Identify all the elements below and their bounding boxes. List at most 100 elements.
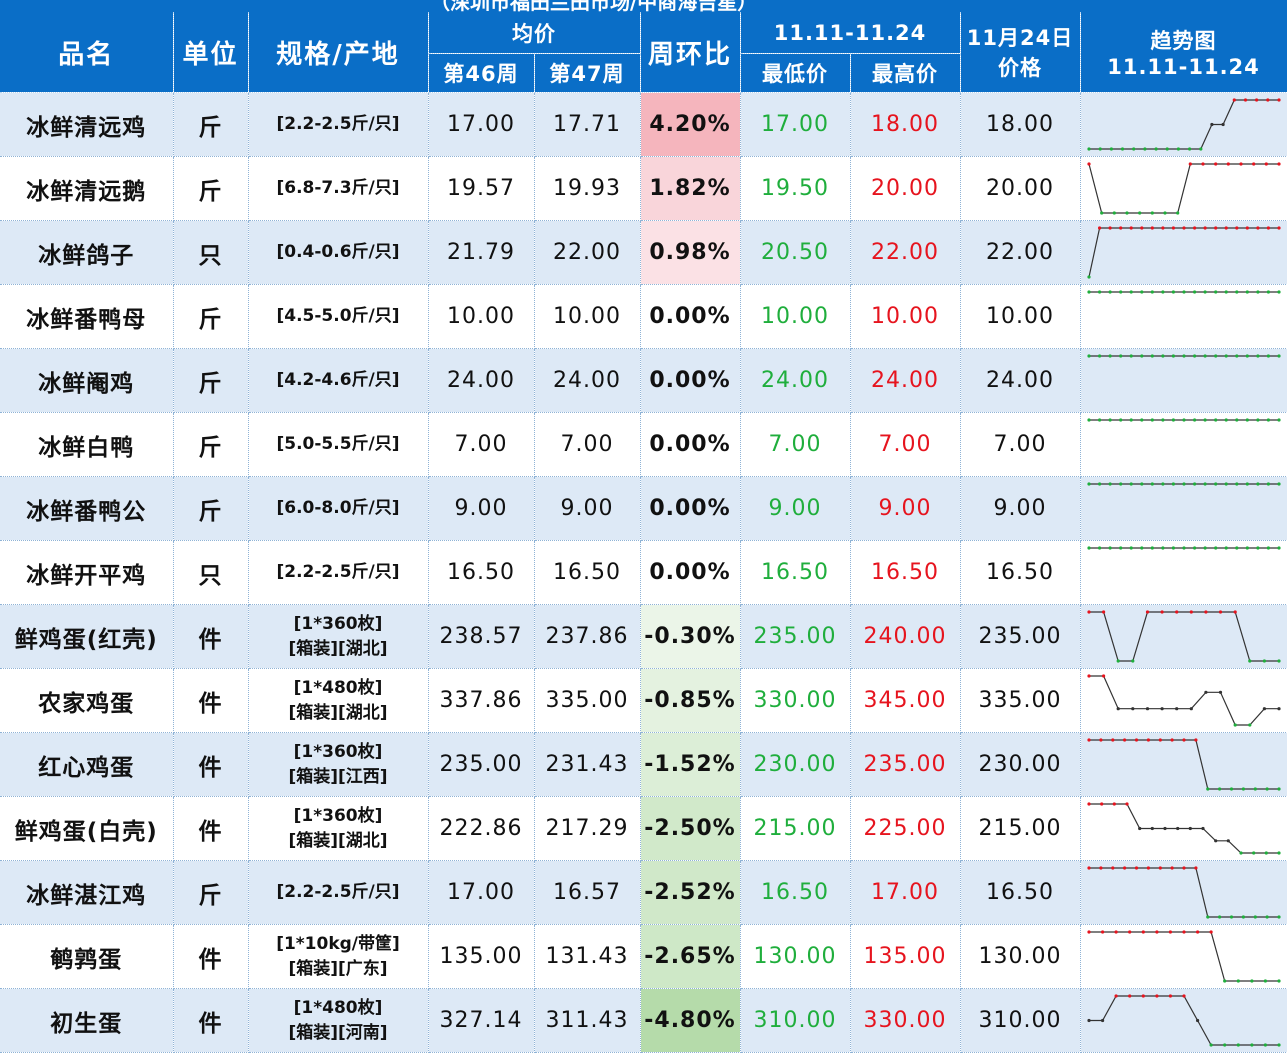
trend-point: [1276, 162, 1281, 166]
low-price-cell: 330.00: [740, 668, 851, 733]
trend-point: [1213, 354, 1217, 358]
trend-cell: [1080, 796, 1287, 861]
trend-line: [1087, 227, 1279, 278]
trend-point: [1276, 915, 1281, 919]
trend-point: [1171, 482, 1175, 486]
trend-point: [1112, 802, 1116, 806]
table-row: 农家鸡蛋件 [1*480枚] [箱装][湖北] 337.86 335.00 -0.85% 3…: [0, 668, 1287, 733]
trend-point: [1245, 546, 1249, 550]
week47-price-cell: 24.00: [534, 348, 641, 413]
price-table: 品名 单位 规格/产地 均价 周环比 11.11-11.24 11月24日 价格…: [0, 12, 1287, 1053]
trend-point: [1112, 211, 1116, 215]
trend-point: [1276, 418, 1281, 422]
trend-point: [1160, 418, 1165, 422]
spec-cell: [6.8-7.3斤/只]: [248, 156, 429, 221]
spec-cell: [1*360枚] [箱装][湖北]: [248, 796, 429, 861]
trend-point: [1150, 226, 1154, 230]
trend-point: [1229, 915, 1233, 919]
trend-cell: [1080, 284, 1287, 349]
product-name-cell: 冰鲜番鸭公: [0, 476, 174, 541]
trend-point: [1234, 482, 1238, 486]
low-price-cell: 24.00: [740, 348, 851, 413]
trend-point: [1122, 738, 1126, 742]
trend-point: [1245, 226, 1249, 230]
trend-point: [1247, 659, 1251, 663]
col-header-high: 最高价: [850, 53, 961, 93]
trend-point: [1160, 610, 1164, 614]
trend-point: [1255, 546, 1260, 550]
unit-cell: 斤: [173, 348, 249, 413]
top-caption: （深圳市福田兰田市场/中商海吉星）: [430, 0, 758, 12]
trend-point: [1247, 723, 1251, 727]
table-row: 鹌鹑蛋件 [1*10kg/带筐] [箱装][广东] 135.00 131.43 -2.65…: [0, 924, 1287, 989]
trend-point: [1127, 930, 1131, 934]
week47-price-cell: 9.00: [534, 476, 641, 541]
trend-point: [1232, 98, 1236, 102]
spec-cell: [5.0-5.5斤/只]: [248, 412, 429, 477]
week46-price-cell: 135.00: [428, 924, 535, 989]
trend-point: [1160, 707, 1164, 711]
trend-point: [1253, 787, 1257, 791]
trend-point: [1086, 930, 1091, 934]
trend-point: [1245, 290, 1249, 294]
trend-point: [1129, 482, 1133, 486]
spec-line: [2.2-2.5斤/只]: [276, 882, 400, 902]
spec-cell: [6.0-8.0斤/只]: [248, 476, 429, 541]
trend-point: [1265, 787, 1269, 791]
low-price-cell: 9.00: [740, 476, 851, 541]
unit-cell: 只: [173, 540, 249, 605]
trend-point: [1086, 802, 1091, 806]
trend-point: [1255, 226, 1260, 230]
table-row: 鲜鸡蛋(红壳) 件 [1*360枚] [箱装][湖北] 238.57 237.86 -0.3…: [0, 604, 1287, 669]
spec-cell: [2.2-2.5斤/只]: [248, 860, 429, 925]
low-price-cell: 16.50: [740, 540, 851, 605]
trend-point: [1192, 418, 1196, 422]
trend-point: [1134, 866, 1138, 870]
trend-point: [1086, 354, 1091, 358]
trend-point: [1097, 226, 1101, 230]
trend-point: [1160, 482, 1165, 486]
day-price-cell: 9.00: [960, 476, 1081, 541]
spec-line: [4.5-5.0斤/只]: [276, 306, 400, 326]
trend-sparkline: [1086, 738, 1281, 791]
trend-point: [1174, 707, 1178, 711]
trend-point: [1266, 226, 1270, 230]
trend-point: [1213, 226, 1217, 230]
trend-point: [1086, 482, 1091, 486]
low-price-cell: 17.00: [740, 92, 851, 157]
trend-point: [1118, 418, 1122, 422]
trend-point: [1236, 979, 1240, 983]
trend-point: [1255, 290, 1260, 294]
week-change-cell: -4.80%: [640, 988, 741, 1053]
trend-point: [1118, 226, 1122, 230]
product-name-cell: 农家鸡蛋: [0, 668, 174, 733]
trend-point: [1249, 979, 1254, 983]
spec-cell: [1*480枚] [箱装][河南]: [248, 988, 429, 1053]
col-header-range: 11.11-11.24: [740, 12, 961, 54]
trend-point: [1266, 418, 1270, 422]
product-name-cell: 冰鲜清远鸡: [0, 92, 174, 157]
week47-price-cell: 7.00: [534, 412, 641, 477]
day-price-cell: 18.00: [960, 92, 1081, 157]
spec-line: [箱装][广东]: [288, 958, 388, 979]
trend-point: [1137, 211, 1141, 215]
trend-point: [1241, 787, 1245, 791]
trend-point: [1276, 707, 1281, 711]
week46-price-cell: 17.00: [428, 860, 535, 925]
trend-point: [1203, 482, 1207, 486]
trend-point: [1171, 290, 1175, 294]
trend-point: [1165, 147, 1169, 151]
unit-cell: 斤: [173, 156, 249, 221]
low-price-cell: 230.00: [740, 732, 851, 797]
day-price-cell: 10.00: [960, 284, 1081, 349]
week47-price-cell: 10.00: [534, 284, 641, 349]
trend-point: [1162, 211, 1167, 215]
trend-point: [1086, 162, 1091, 166]
trend-sparkline: [1086, 674, 1281, 727]
trend-point: [1109, 147, 1113, 151]
week47-price-cell: 19.93: [534, 156, 641, 221]
trend-sparkline: [1086, 546, 1281, 550]
trend-line: [1088, 739, 1279, 790]
trend-point: [1171, 226, 1175, 230]
col-header-week47: 第47周: [534, 53, 641, 93]
